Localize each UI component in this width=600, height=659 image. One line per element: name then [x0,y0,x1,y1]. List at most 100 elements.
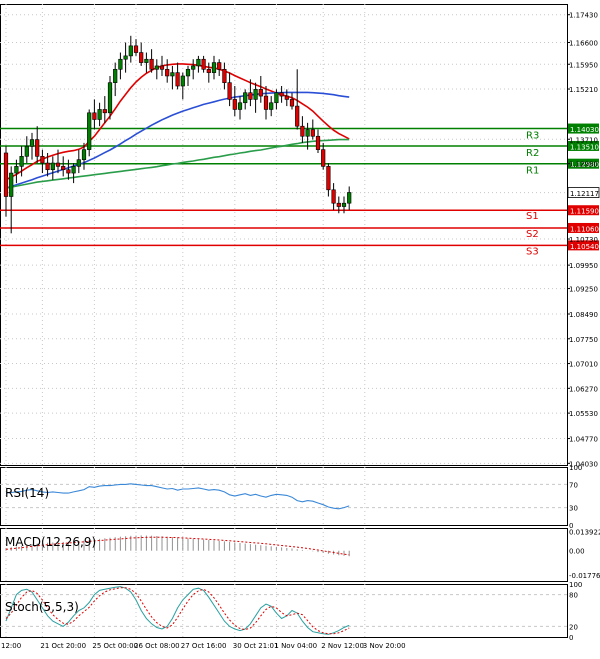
candle-body [45,162,50,171]
candle-body [24,145,29,157]
price-axis-tick-label: 1.13710 [569,136,598,144]
candle-body [107,82,113,114]
time-axis-label: 1 Nov 04:00 [274,642,317,650]
candle-body [128,45,133,57]
stoch-axis-tick-label: 100 [569,581,582,589]
candle-body [71,166,76,174]
candle-body [50,162,55,171]
candle-body [9,172,14,197]
level-label-s1: S1 [526,211,539,222]
candle-body [76,159,81,167]
price-axis-tick-label: 1.16600 [569,40,598,48]
chart-canvas: R3 1.14030 R2 1.13510 R1 1.12980 S1 1.11590 S2 1.… [0,4,600,650]
level-label-s3: S3 [526,246,539,257]
stoch-axis-tick-label: 20 [569,623,578,631]
candle-body [40,156,45,164]
price-axis-tick-label: 1.10730 [569,236,598,244]
level-label-s2: S2 [526,229,539,240]
candle-body [29,139,35,147]
candle-body [222,68,227,83]
candle-body [97,109,102,120]
candle-body [144,58,149,63]
candle-body [258,89,263,97]
rsi-axis-tick-label: 100 [569,464,582,472]
time-axis-label: 3 Nov 20:00 [363,642,406,650]
candle-body [196,58,201,67]
candle-body [263,95,269,110]
candle-body [170,72,175,77]
level-label-r2: R2 [526,148,539,159]
candle-body [154,65,159,70]
candle-body [217,62,222,70]
price-axis-tick-label: 1.06270 [569,385,598,393]
level-price-text-s1: 1.11590 [570,208,599,216]
candle-body [326,166,331,191]
price-axis-tick-label: 1.09950 [569,262,598,270]
price-axis-tick-label: 1.17430 [569,12,598,20]
candle-body [305,129,310,137]
price-panel-frame [0,4,568,466]
level-price-text-s2: 1.11060 [570,225,599,233]
candle-body [300,125,305,137]
candle-body [139,52,144,63]
price-axis-tick-label: 1.08490 [569,311,598,319]
candle-body [55,162,61,167]
time-axis-label: 12:00 [1,642,21,650]
rsi-panel-title: RSI(14) [5,486,49,500]
price-axis-tick-label: 1.07750 [569,336,598,344]
candle-body [232,99,237,110]
rsi-line [5,483,350,510]
rsi-axis-tick-label: 70 [569,481,578,489]
candle-body [123,55,128,60]
candle-body [61,166,66,171]
candle-body [321,149,326,167]
candle-body [227,82,232,100]
candle-body [175,72,180,87]
price-axis-tick-label: 1.04770 [569,436,598,444]
candle-body [201,58,206,70]
macd-axis-tick-label: 0.00 [569,548,585,556]
candle-body [336,202,341,207]
candle-body [113,68,118,83]
candle-body [185,68,191,77]
candle-body [92,112,97,120]
price-axis-tick-label: 1.15950 [569,61,598,69]
current-price-text: 1.12117 [570,190,599,198]
candle-body [341,202,347,207]
price-axis-tick-label: 1.15210 [569,86,598,94]
candle-body [289,99,295,107]
candle-body [118,58,123,70]
candle-body [102,109,107,114]
candle-body [133,45,139,53]
candle-body [243,92,248,104]
candle-body [149,58,154,70]
stoch-axis-tick-label: 0 [569,634,573,642]
time-axis-label: 2 Nov 12:00 [321,642,364,650]
stoch-panel-title: Stoch(5,5,3) [5,600,79,614]
candle-body [284,95,289,100]
candle-body [3,152,9,197]
time-axis-label: 30 Oct 21:01 [233,642,279,650]
time-axis-label: 25 Oct 00:00 [92,642,138,650]
level-label-r3: R3 [526,131,539,142]
time-axis-label: 27 Oct 16:00 [181,642,227,650]
macd-axis-tick-label: 0.013922 [569,529,600,537]
level-label-r1: R1 [526,166,539,177]
stoch-panel-frame [0,584,568,638]
stoch-axis-tick-label: 80 [569,592,578,600]
candle-body [14,166,19,174]
price-axis-tick-label: 1.09250 [569,286,598,294]
candle-body [87,112,92,150]
candle-body [66,169,71,174]
candle-body [269,102,274,110]
candle-body [180,75,185,87]
candle-body [237,102,243,110]
candle-body [274,92,279,104]
candle-body [35,139,40,157]
candle-body [248,92,253,100]
candle-body [347,192,352,204]
candle-body [279,92,284,97]
level-price-text-s3: 1.10540 [570,243,599,251]
candle-body [191,65,196,70]
macd-axis-tick-label: -0.01776 [569,572,600,580]
